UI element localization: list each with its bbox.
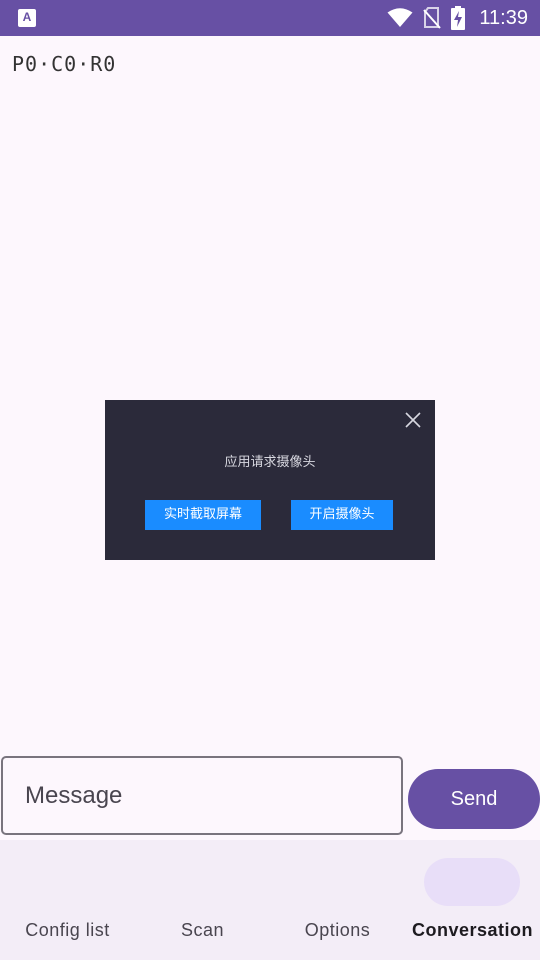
nav-item-options[interactable]: Options [270,840,405,960]
nav-item-conversation[interactable]: Conversation [405,840,540,960]
message-field [1,756,403,835]
send-button[interactable]: Send [408,769,540,829]
nav-label: Options [304,920,371,940]
message-input[interactable] [3,758,401,833]
active-nav-indicator [424,858,520,906]
nav-label: Conversation [411,920,534,940]
position-readout: P0·C0·R0 [12,52,117,76]
app-screen: A 11:39 P0·C0·R0 应用请求摄像头 实时截取屏幕 开启摄像头 Me… [0,0,540,960]
nav-label: Config list [25,920,110,940]
nav-label: Scan [180,920,225,940]
screen-capture-button[interactable]: 实时截取屏幕 [145,500,261,530]
camera-request-dialog: 应用请求摄像头 实时截取屏幕 开启摄像头 [105,400,435,560]
app-notification-icon: A [18,9,36,27]
no-sim-icon [423,7,442,29]
battery-charging-icon [451,6,466,30]
dialog-message: 应用请求摄像头 [224,455,316,470]
close-icon[interactable] [403,410,423,430]
nav-item-config-list[interactable]: Config list [0,840,135,960]
status-icons: 11:39 [387,0,528,36]
open-camera-button[interactable]: 开启摄像头 [291,500,393,530]
status-time: 11:39 [479,6,528,29]
wifi-icon [387,8,413,27]
bottom-navigation: Config list Scan Options Conversation [0,840,540,960]
status-bar: A 11:39 [0,0,540,36]
nav-item-scan[interactable]: Scan [135,840,270,960]
app-notification-letter: A [22,10,32,24]
